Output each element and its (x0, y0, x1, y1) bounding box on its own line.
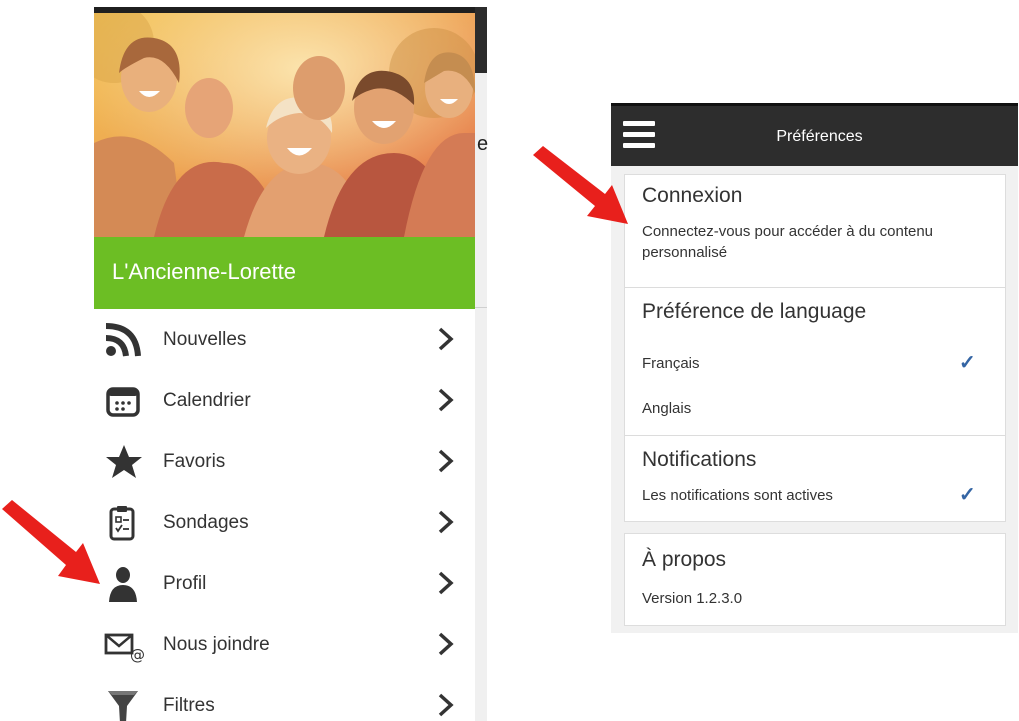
menu-item-label: Favoris (163, 451, 226, 472)
language-option-francais[interactable]: Français ✓ (625, 342, 1005, 384)
language-option-anglais[interactable]: Anglais (625, 388, 1005, 430)
chevron-right-icon (438, 449, 454, 473)
background-app-text: e (477, 133, 489, 155)
rss-icon (105, 323, 141, 357)
page-title: Préférences (776, 128, 863, 145)
menu-item-nous-joindre[interactable]: @ Nous joindre (94, 614, 475, 675)
annotation-arrow-connexion (533, 146, 628, 224)
funnel-icon (108, 691, 138, 721)
menu-item-filtres[interactable]: Filtres (94, 675, 475, 721)
menu-item-label: Nous joindre (163, 634, 270, 655)
clipboard-icon (109, 506, 135, 541)
hero-family-photo (94, 13, 475, 237)
mail-at-icon: @ (104, 633, 144, 663)
notifications-status: Les notifications sont actives (642, 487, 833, 504)
menu-item-label: Sondages (163, 512, 249, 533)
chevron-right-icon (438, 632, 454, 656)
preferences-topbar: Préférences (611, 103, 1018, 166)
about-card[interactable]: À propos Version 1.2.3.0 (624, 533, 1006, 626)
language-option-label: Français (642, 355, 700, 372)
chevron-right-icon (438, 327, 454, 351)
menu-item-label: Filtres (163, 695, 215, 716)
checkmark-icon: ✓ (959, 484, 976, 506)
language-section: Préférence de language Français ✓ Anglai… (625, 288, 1005, 435)
checkmark-icon: ✓ (959, 352, 976, 374)
menu-item-calendrier[interactable]: Calendrier (94, 370, 475, 431)
language-title: Préférence de language (642, 300, 867, 323)
chevron-right-icon (438, 693, 454, 717)
app-version: Version 1.2.3.0 (642, 590, 743, 607)
language-option-label: Anglais (642, 400, 692, 417)
person-icon (109, 567, 137, 602)
connexion-section[interactable]: Connexion Connectez-vous pour accéder à … (625, 175, 1005, 287)
menu-item-nouvelles[interactable]: Nouvelles (94, 309, 475, 370)
menu-item-profil[interactable]: Profil (94, 553, 475, 614)
chevron-right-icon (438, 510, 454, 534)
about-title: À propos (642, 548, 727, 571)
menu-item-label: Calendrier (163, 390, 251, 411)
preferences-card: Connexion Connectez-vous pour accéder à … (624, 174, 1006, 522)
navigation-drawer: L'Ancienne-Lorette Nouvelles Calendrier (94, 7, 475, 721)
menu-item-sondages[interactable]: Sondages (94, 492, 475, 553)
menu-item-label: Nouvelles (163, 329, 247, 350)
city-banner: L'Ancienne-Lorette (94, 237, 475, 309)
city-name: L'Ancienne-Lorette (112, 259, 296, 284)
menu-item-label: Profil (163, 573, 207, 594)
star-icon (106, 445, 142, 478)
chevron-right-icon (438, 571, 454, 595)
chevron-right-icon (438, 388, 454, 412)
notifications-title: Notifications (642, 448, 757, 471)
connexion-description: Connectez-vous pour accéder à du contenu… (642, 223, 934, 261)
connexion-title: Connexion (642, 184, 743, 207)
drawer-menu: Nouvelles Calendrier Favoris Sondages Pr… (94, 309, 475, 721)
menu-item-favoris[interactable]: Favoris (94, 431, 475, 492)
preferences-screen: Préférences Connexion Connectez-vous pou… (611, 103, 1018, 633)
annotation-arrow-profil (2, 500, 100, 584)
calendar-icon (106, 387, 140, 417)
svg-text:@: @ (130, 646, 144, 663)
notifications-section[interactable]: Notifications Les notifications sont act… (625, 436, 1005, 522)
